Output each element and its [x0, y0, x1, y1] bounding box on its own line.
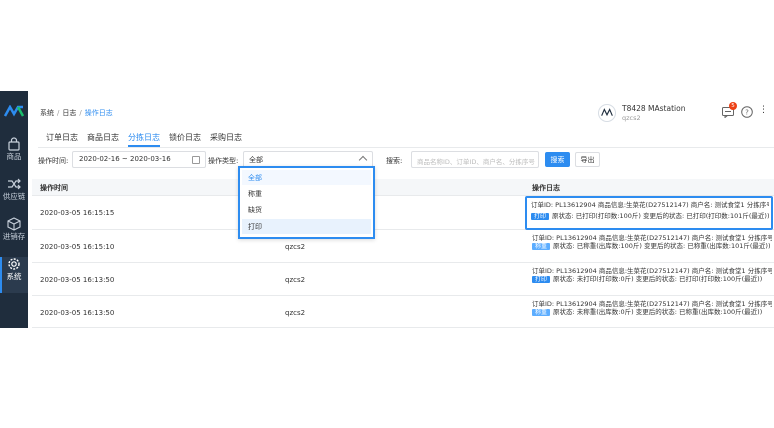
shuffle-icon [8, 178, 21, 190]
table-row: 2020-03-05 16:13:50 qzcs2 订单ID: PL136129… [32, 263, 774, 296]
sidebar-item-goods[interactable]: 商品 [0, 137, 28, 173]
store-user: qzcs2 [622, 114, 641, 122]
store-avatar [598, 104, 616, 122]
dropdown-option-out-of-stock[interactable]: 缺货 [242, 202, 371, 217]
gear-icon [8, 258, 20, 270]
export-button[interactable]: 导出 [575, 152, 600, 167]
row-time: 2020-03-05 16:13:50 [40, 309, 115, 317]
tab-divider [38, 147, 774, 148]
store-logo-icon [601, 108, 613, 117]
log-line-2: 原状态: 未称重(出库数:0斤) 变更后的状态: 已称重(出库数:100斤(最近… [553, 308, 763, 316]
row-operator: qzcs2 [285, 309, 306, 317]
row-log: 订单ID: PL13612904 商品信息:生菜花(D27512147) 商户名… [532, 267, 772, 283]
log-type-tag: 打印 [531, 213, 550, 220]
row-time: 2020-03-05 16:15:15 [40, 209, 115, 217]
log-type-tag: 称重 [532, 309, 551, 316]
tab-sorting-log[interactable]: 分拣日志 [128, 131, 160, 147]
search-input[interactable]: 商品名称ID、订单ID、商户名、分拣序号 [411, 151, 539, 168]
column-header-log: 操作日志 [532, 184, 560, 192]
sidebar-item-inventory[interactable]: 进销存 [0, 217, 28, 253]
row-log: 订单ID: PL13612904 商品信息:生菜花(D27512147) 商户名… [531, 201, 769, 220]
operation-type-value: 全部 [249, 156, 263, 164]
breadcrumb-root[interactable]: 系统 [40, 109, 54, 117]
log-line-1: 订单ID: PL13612904 商品信息:生菜花(D27512147) 商户名… [532, 300, 772, 308]
log-line-2: 原状态: 已称重(出库数:100斤) 变更后的状态: 已称重(出库数:101斤(… [553, 242, 771, 250]
dropdown-option-weigh[interactable]: 称重 [242, 186, 371, 201]
svg-text:?: ? [745, 109, 749, 117]
breadcrumb-current: 操作日志 [84, 109, 113, 117]
more-menu-icon[interactable]: ⋮ [759, 105, 768, 115]
operation-type-dropdown: 全部 称重 缺货 打印 [238, 166, 375, 239]
brand-logo-icon [4, 105, 24, 117]
table-row: 2020-03-05 16:13:50 qzcs2 订单ID: PL136129… [32, 296, 774, 328]
dropdown-option-print[interactable]: 打印 [242, 219, 371, 234]
breadcrumb-mid[interactable]: 日志 [62, 109, 76, 117]
tab-goods-log[interactable]: 商品日志 [87, 131, 119, 147]
notification-badge: 5 [729, 102, 737, 110]
type-filter-label: 操作类型: [208, 157, 239, 165]
sidebar-item-label: 供应链 [2, 192, 26, 201]
sidebar-item-label: 系统 [6, 272, 22, 281]
bag-icon [8, 137, 20, 151]
sidebar-item-supply-chain[interactable]: 供应链 [0, 177, 28, 213]
row-operator: qzcs2 [285, 276, 306, 284]
calendar-icon [192, 156, 200, 164]
app-window: 商品 供应链 进销存 系统 系统 / 日志 / 操作日志 T8428 MAsta… [0, 91, 774, 328]
log-line-1: 订单ID: PL13612904 商品信息:生菜花(D27512147) 商户名… [532, 234, 772, 242]
log-type-tag: 称重 [532, 243, 551, 250]
top-bar: 系统 / 日志 / 操作日志 T8428 MAstation qzcs2 5 ? ⋮ [28, 91, 774, 129]
date-range-picker[interactable]: 2020-02-16 ~ 2020-03-16 [72, 151, 206, 168]
search-label: 搜索: [386, 157, 403, 165]
log-line-2: 原状态: 未打印(打印数:0斤) 变更后的状态: 已打印(打印数:100斤(最近… [553, 275, 763, 283]
column-header-time: 操作时间 [40, 184, 68, 192]
sidebar: 商品 供应链 进销存 系统 [0, 91, 28, 328]
row-operator: qzcs2 [285, 243, 306, 251]
table-row: 2020-03-05 16:15:10 qzcs2 订单ID: PL136129… [32, 230, 774, 263]
row-time: 2020-03-05 16:13:50 [40, 276, 115, 284]
cube-icon [7, 217, 21, 231]
log-line-2: 原状态: 已打印(打印数:100斤) 变更后的状态: 已打印(打印数:101斤(… [552, 212, 769, 220]
help-icon[interactable]: ? [741, 106, 753, 118]
log-line-1: 订单ID: PL13612904 商品信息:生菜花(D27512147) 商户名… [531, 201, 769, 209]
log-type-tag: 打印 [532, 276, 551, 283]
sidebar-item-label: 进销存 [2, 232, 26, 241]
tab-price-lock-log[interactable]: 锁价日志 [169, 131, 201, 147]
store-name: T8428 MAstation [622, 104, 686, 113]
highlighted-log-cell: 订单ID: PL13612904 商品信息:生菜花(D27512147) 商户名… [525, 196, 773, 230]
date-range-value: 2020-02-16 ~ 2020-03-16 [79, 155, 171, 163]
row-log: 订单ID: PL13612904 商品信息:生菜花(D27512147) 商户名… [532, 300, 772, 316]
tab-order-log[interactable]: 订单日志 [46, 131, 78, 147]
breadcrumb: 系统 / 日志 / 操作日志 [40, 109, 113, 117]
store-switcher[interactable]: T8428 MAstation qzcs2 [598, 101, 708, 125]
chevron-up-icon [358, 155, 368, 165]
row-time: 2020-03-05 16:15:10 [40, 243, 115, 251]
row-log: 订单ID: PL13612904 商品信息:生菜花(D27512147) 商户名… [532, 234, 772, 250]
sidebar-item-system[interactable]: 系统 [0, 257, 28, 293]
time-filter-label: 操作时间: [38, 157, 69, 165]
search-button[interactable]: 搜索 [545, 152, 570, 167]
dropdown-option-all[interactable]: 全部 [242, 170, 371, 185]
table-header: 操作时间 操作日志 [32, 179, 774, 196]
sidebar-item-label: 商品 [6, 152, 22, 161]
log-line-1: 订单ID: PL13612904 商品信息:生菜花(D27512147) 商户名… [532, 267, 772, 275]
tab-purchase-log[interactable]: 采购日志 [210, 131, 242, 147]
